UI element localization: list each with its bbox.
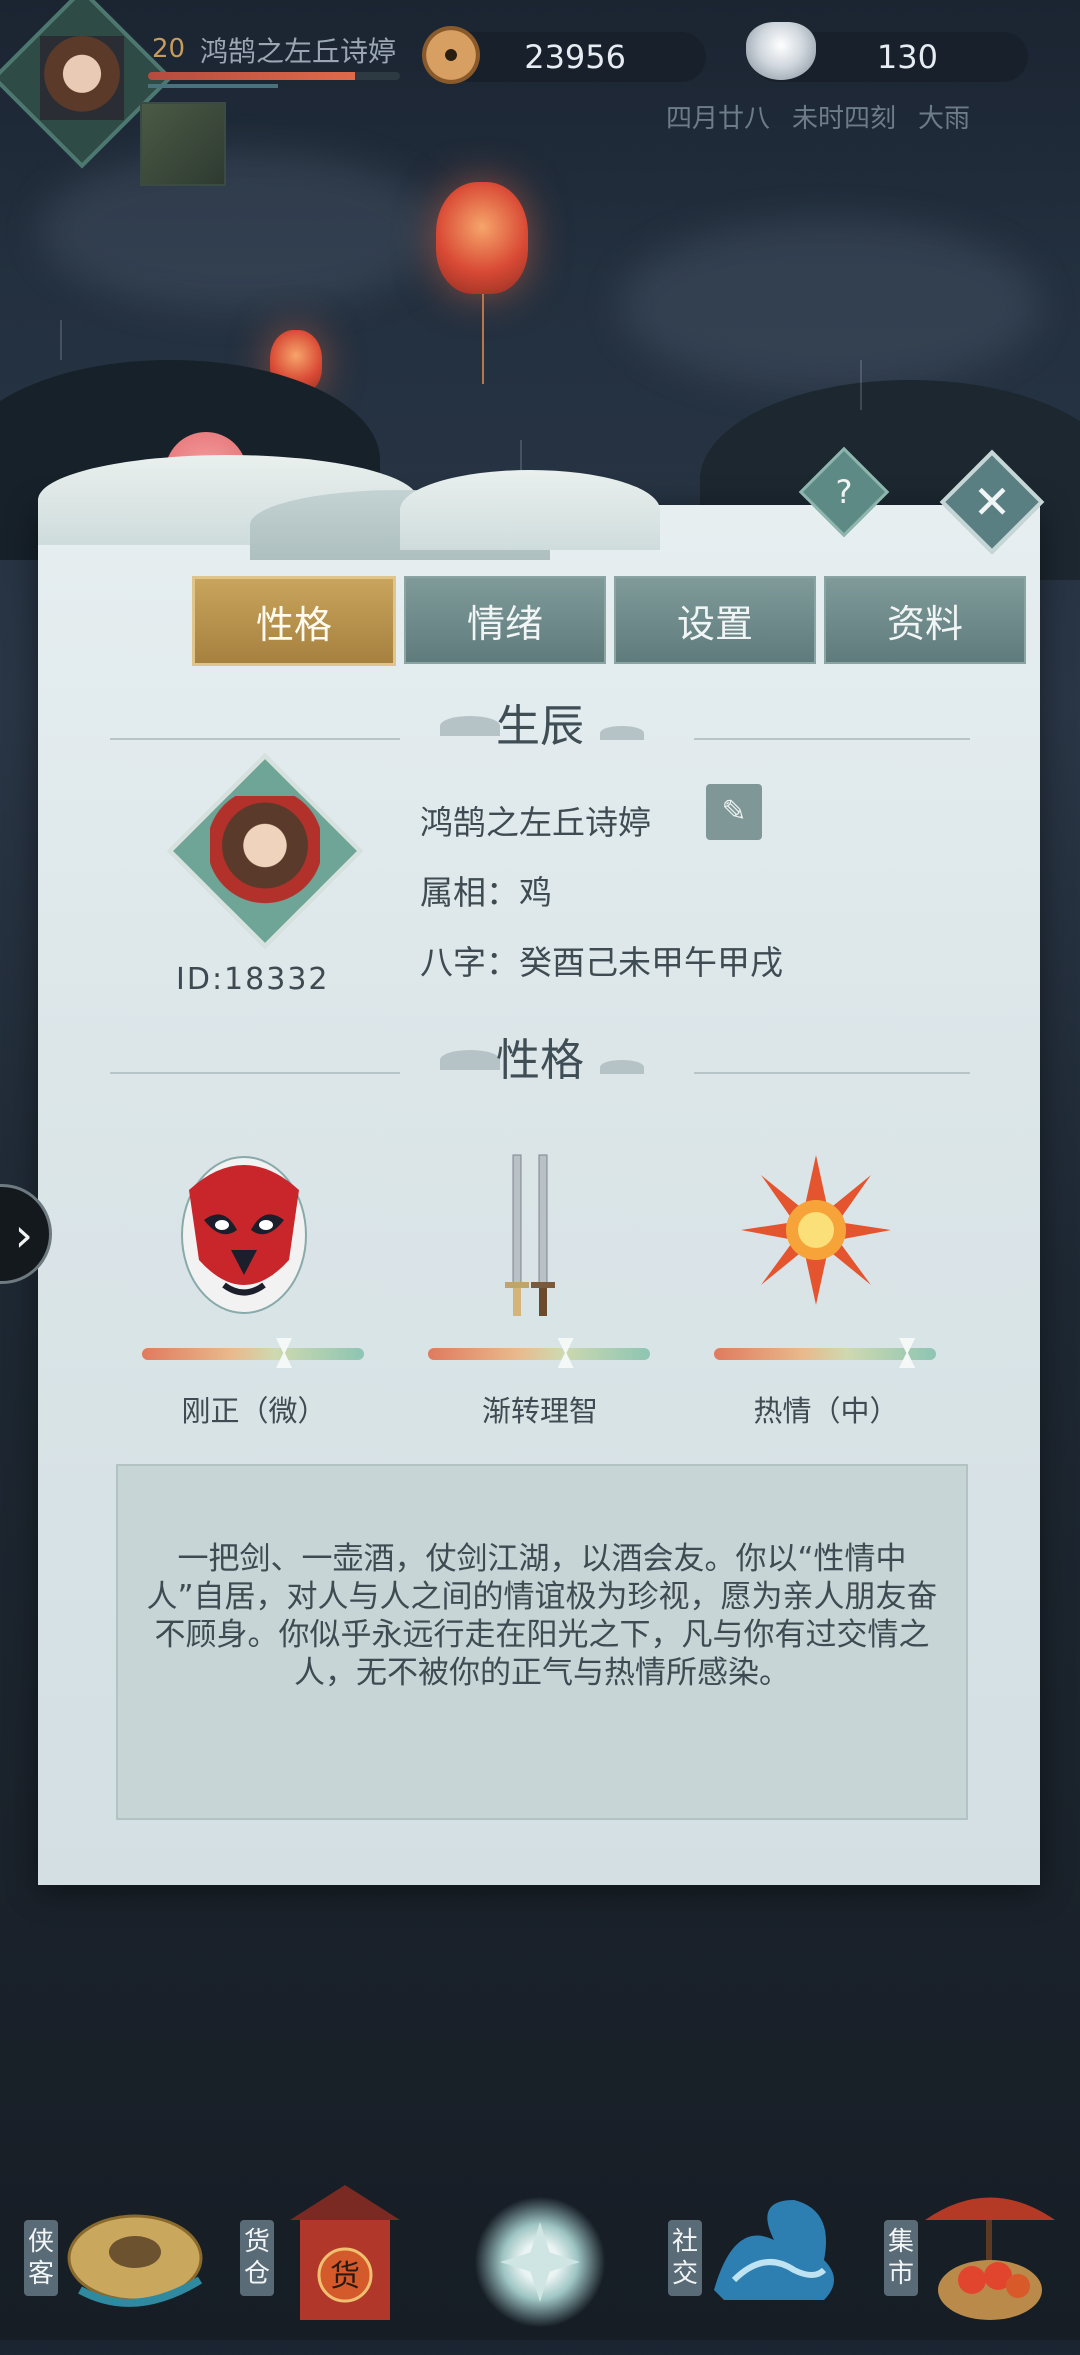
character-name: 鸿鹄之左丘诗婷	[420, 803, 651, 842]
panel-cloud-decoration	[400, 470, 660, 550]
nav-market[interactable]: 集市	[880, 2170, 1060, 2330]
tab-personality[interactable]: 性格	[192, 576, 396, 666]
zodiac-text: 属相：鸡	[420, 873, 552, 912]
trait-upright[interactable]: 刚正（微）	[114, 1150, 374, 1470]
trait-meter	[714, 1338, 936, 1368]
player-id: ID:18332	[176, 962, 330, 997]
nav-social[interactable]: 社交	[664, 2170, 844, 2330]
background-cloud	[40, 150, 440, 310]
divider-line	[110, 1072, 400, 1074]
trait-marker	[899, 1338, 916, 1368]
pencil-icon: ✎	[721, 794, 747, 829]
close-icon: ✕	[972, 475, 1012, 529]
nav-label: 社交	[668, 2220, 702, 2296]
companion-portrait[interactable]	[140, 102, 226, 186]
svg-text:货: 货	[330, 2259, 360, 2294]
silver-counter[interactable]: 130	[746, 22, 1028, 82]
nav-label: 货仓	[240, 2220, 274, 2296]
trait-marker	[557, 1338, 574, 1368]
player-name: 鸿鹄之左丘诗婷	[200, 35, 397, 68]
game-hour: 未时四刻	[791, 104, 896, 134]
tab-profile[interactable]: 资料	[824, 576, 1026, 664]
rain-streak	[860, 360, 862, 410]
energy-bar	[148, 84, 278, 88]
nav-label: 集市	[884, 2220, 918, 2296]
help-icon: ?	[835, 473, 853, 511]
title-hill-decoration	[440, 1050, 500, 1070]
player-level: 20	[152, 34, 186, 64]
copper-counter[interactable]: 23956	[422, 26, 706, 84]
trait-meter	[428, 1338, 650, 1368]
edit-name-button[interactable]: ✎	[706, 784, 762, 840]
trait-label: 渐转理智	[481, 1394, 598, 1428]
trait-label: 热情（中）	[753, 1394, 899, 1428]
title-hill-decoration	[600, 1060, 644, 1074]
sky-lantern	[436, 182, 528, 384]
divider-line	[694, 738, 970, 740]
wave-icon	[714, 2200, 834, 2300]
background-cloud	[620, 220, 1040, 390]
divider-line	[110, 738, 400, 740]
panel-tabs: 性格 情绪 设置 资料	[192, 576, 1026, 666]
game-date: 四月廿八	[665, 104, 770, 134]
silver-ingot-icon	[746, 22, 816, 80]
divider-line	[694, 1072, 970, 1074]
copper-coin-icon	[422, 26, 480, 84]
shop-gate-icon: 货	[290, 2185, 400, 2320]
nav-hero[interactable]: 侠客	[20, 2170, 210, 2330]
game-time: 四月廿八 未时四刻 大雨	[644, 98, 970, 135]
bazi-text: 八字：癸酉己未甲午甲戌	[420, 943, 783, 982]
rain-streak	[60, 320, 62, 360]
trait-marker	[276, 1338, 293, 1368]
game-weather: 大雨	[917, 104, 970, 134]
tab-emotion[interactable]: 情绪	[404, 576, 606, 664]
portrait-face	[39, 36, 124, 120]
nav-label: 侠客	[24, 2220, 58, 2296]
personality-section-title: 性格	[496, 1035, 584, 1086]
health-bar	[148, 72, 400, 80]
silver-value: 130	[876, 38, 938, 76]
trait-label: 刚正（微）	[181, 1394, 327, 1428]
copper-value: 23956	[524, 38, 626, 76]
avatar-face	[210, 796, 320, 906]
title-hill-decoration	[600, 726, 644, 740]
opera-mask-icon	[181, 1156, 307, 1314]
trait-passionate[interactable]: 热情（中）	[686, 1150, 946, 1470]
market-stall-icon	[925, 2197, 1055, 2320]
straw-hat-icon	[67, 2214, 203, 2307]
twin-swords-icon	[505, 1154, 555, 1316]
nav-warehouse[interactable]: 货仓 货	[236, 2170, 416, 2330]
chevron-right-icon: ›	[14, 1208, 33, 1262]
trait-rational[interactable]: 渐转理智	[400, 1150, 660, 1470]
personality-description: 一把剑、一壶酒，仗剑江湖，以酒会友。你以“性情中人”自居，对人与人之间的情谊极为…	[146, 1541, 938, 1691]
title-hill-decoration	[440, 716, 500, 736]
trait-meter	[142, 1338, 364, 1368]
tab-settings[interactable]: 设置	[614, 576, 816, 664]
sun-flame-icon	[741, 1155, 891, 1305]
health-bar-fill	[148, 72, 355, 80]
birth-section-title: 生辰	[496, 701, 584, 752]
